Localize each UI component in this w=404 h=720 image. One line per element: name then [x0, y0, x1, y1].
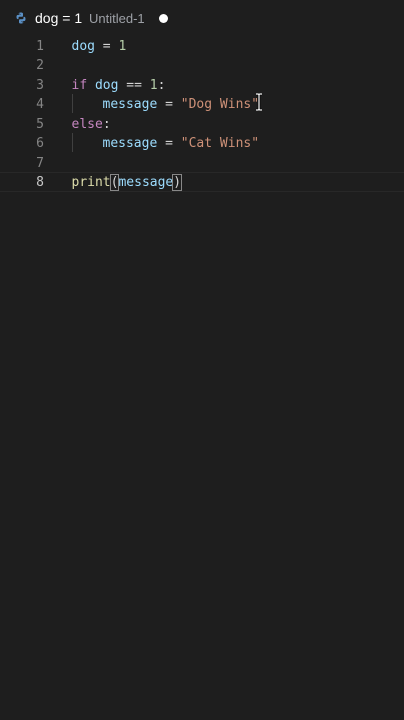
editor-window: dog = 1 Untitled-1 1 dog = 1 2 3 if dog …: [0, 0, 404, 720]
line-number: 7: [36, 155, 44, 171]
token-colon: :: [157, 77, 166, 93]
token-operator: =: [157, 97, 181, 112]
python-icon: [16, 12, 26, 24]
token-function: print: [71, 175, 111, 190]
line-number: 4: [36, 97, 44, 112]
text-cursor-icon: [256, 93, 262, 111]
token-variable: message: [102, 97, 158, 112]
token-variable: message: [102, 136, 158, 151]
line-code[interactable]: print(message): [71, 173, 183, 193]
current-line-highlight[interactable]: 8 print(message): [0, 172, 404, 192]
code-line[interactable]: 2: [0, 56, 404, 76]
code-line[interactable]: 4 message = "Dog Wins": [0, 95, 404, 115]
tab-untitled-1[interactable]: dog = 1 Untitled-1: [0, 0, 190, 35]
token-operator: =: [94, 38, 119, 54]
code-line[interactable]: 3 if dog == 1:: [0, 76, 404, 96]
token-variable: message: [118, 175, 174, 190]
token-keyword: else: [71, 116, 103, 132]
line-number: 1: [36, 38, 44, 54]
line-code[interactable]: message = "Cat Wins": [103, 134, 260, 154]
line-number: 2: [36, 58, 44, 73]
token-string: "Dog Wins": [180, 97, 260, 112]
token-keyword: if: [71, 77, 88, 93]
line-code[interactable]: if dog == 1:: [72, 76, 166, 96]
token-number: 1: [149, 77, 158, 93]
line-number: 5: [36, 116, 44, 132]
token-colon: :: [102, 116, 111, 132]
line-code[interactable]: else:: [72, 115, 111, 135]
line-code[interactable]: message = "Dog Wins": [103, 95, 260, 115]
code-line[interactable]: 7: [0, 154, 404, 174]
line-number: 8: [36, 175, 44, 190]
code-line[interactable]: 5 else:: [0, 115, 404, 135]
token-number: 1: [118, 38, 127, 54]
tab-bar: dog = 1 Untitled-1: [0, 0, 404, 35]
token-string: "Cat Wins": [180, 136, 260, 151]
code-line[interactable]: 6 message = "Cat Wins": [0, 134, 404, 154]
tab-description: Untitled-1: [89, 11, 145, 26]
line-number: 3: [36, 77, 44, 93]
code-line[interactable]: 1 dog = 1: [0, 37, 404, 57]
unsaved-dot-icon[interactable]: [159, 14, 168, 23]
token-operator: =: [157, 136, 181, 151]
tab-title: dog = 1: [35, 10, 83, 26]
line-number: 6: [36, 136, 44, 151]
line-code[interactable]: dog = 1: [72, 37, 127, 57]
token-operator: ==: [118, 77, 150, 93]
bracket-match-close: ): [172, 174, 183, 191]
token-variable: dog: [94, 77, 119, 93]
code-editor[interactable]: 1 dog = 1 2 3 if dog == 1: 4 message = "…: [0, 35, 404, 720]
token-variable: dog: [71, 38, 95, 54]
